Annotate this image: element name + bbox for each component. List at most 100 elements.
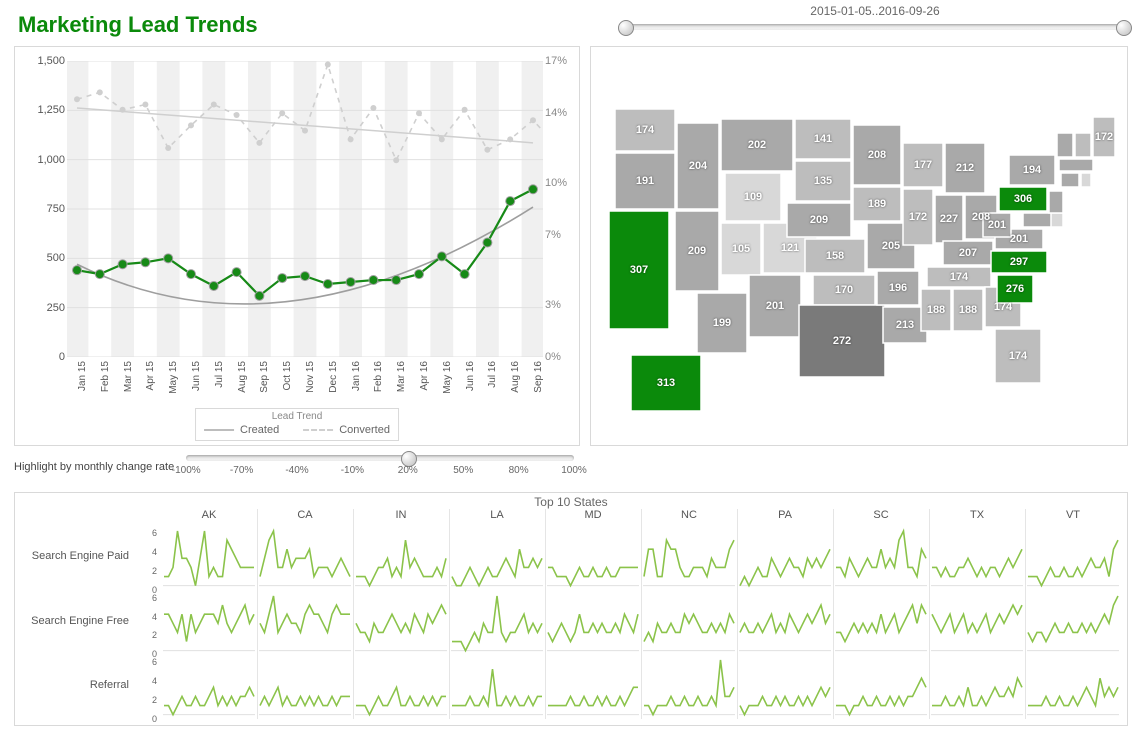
sparkline-cell[interactable] <box>257 654 353 719</box>
sparkline-cell[interactable] <box>929 590 1025 655</box>
sparkline-cell[interactable] <box>929 654 1025 719</box>
sparkline-cell[interactable] <box>257 525 353 590</box>
map-state-RI[interactable] <box>1081 173 1091 187</box>
sparkline-cell[interactable] <box>449 654 545 719</box>
map-state-CA[interactable] <box>609 211 669 329</box>
sparkline-cell[interactable] <box>737 525 833 590</box>
highlight-slider[interactable]: Highlight by monthly change rate -100%-7… <box>14 452 574 482</box>
sparkline-cell[interactable] <box>1025 654 1121 719</box>
y-right-tick: 14% <box>545 107 573 119</box>
map-state-ME[interactable] <box>1093 117 1115 157</box>
map-state-AR[interactable] <box>877 271 919 305</box>
highlight-tick: -10% <box>341 465 364 476</box>
sparkline-cell[interactable] <box>1025 525 1121 590</box>
x-tick: Jul 15 <box>214 361 225 388</box>
legend-swatch-solid <box>204 429 234 431</box>
map-state-IN[interactable] <box>935 195 963 243</box>
map-state-ND[interactable] <box>795 119 851 159</box>
sparkline-cell[interactable] <box>545 654 641 719</box>
map-state-KY[interactable] <box>943 241 993 265</box>
map-state-AL[interactable] <box>953 289 983 331</box>
map-state-WI[interactable] <box>903 143 943 187</box>
sparkline-cell[interactable] <box>353 654 449 719</box>
map-state-NC[interactable] <box>991 251 1047 273</box>
map-state-SC[interactable] <box>997 275 1033 303</box>
sparkline-cell[interactable] <box>353 525 449 590</box>
sparkline-cell[interactable] <box>449 525 545 590</box>
map-state-NV[interactable] <box>675 211 719 291</box>
map-state-WY[interactable] <box>725 173 781 221</box>
slider-handle-left[interactable] <box>618 20 634 36</box>
x-tick: Sep 16 <box>533 361 544 393</box>
sparkline-cell[interactable] <box>545 525 641 590</box>
x-tick: Aug 16 <box>510 361 521 393</box>
y-left-tick: 250 <box>21 302 65 314</box>
map-state-TX[interactable] <box>799 305 885 377</box>
map-state-DE[interactable] <box>1051 213 1063 227</box>
map-state-VT[interactable] <box>1057 133 1073 157</box>
sparkline-cell[interactable] <box>929 525 1025 590</box>
sparkline-col-header: MD <box>545 509 641 521</box>
sparkline-y-tick: 2 <box>152 695 157 705</box>
map-state-MN[interactable] <box>853 125 901 185</box>
map-state-NY[interactable] <box>1009 155 1055 185</box>
y-axis-left: 02505007501,0001,2501,500 <box>21 61 65 357</box>
map-state-SD[interactable] <box>795 161 851 201</box>
sparkline-cell[interactable]: 0246 <box>161 654 257 719</box>
us-map-choropleth[interactable]: 1741913072092041051992021091212011411352… <box>590 46 1128 446</box>
sparkline-col-header: NC <box>641 509 737 521</box>
sparkline-cell[interactable] <box>833 654 929 719</box>
sparkline-cell[interactable] <box>833 590 929 655</box>
x-tick: May 15 <box>168 361 179 394</box>
map-state-NM[interactable] <box>749 275 801 337</box>
map-state-MI[interactable] <box>945 143 985 193</box>
highlight-slider-label: Highlight by monthly change rate <box>14 461 174 473</box>
map-state-MT[interactable] <box>721 119 793 171</box>
sparkline-cell[interactable] <box>641 590 737 655</box>
map-state-KS[interactable] <box>805 239 865 273</box>
map-state-IL[interactable] <box>903 189 933 245</box>
sparkline-cell[interactable] <box>737 654 833 719</box>
map-state-OR[interactable] <box>615 153 675 209</box>
map-state-UT[interactable] <box>721 223 761 275</box>
slider-handle-right[interactable] <box>1116 20 1132 36</box>
y-left-tick: 0 <box>21 351 65 363</box>
slider-ticks: -100%-70%-40%-10%20%50%80%100% <box>186 465 574 479</box>
map-state-OK[interactable] <box>813 275 875 305</box>
map-state-WV[interactable] <box>983 213 1011 237</box>
sparkline-cell[interactable] <box>737 590 833 655</box>
sparkline-cell[interactable] <box>257 590 353 655</box>
sparkline-cell[interactable] <box>545 590 641 655</box>
map-state-FL[interactable] <box>995 329 1041 383</box>
map-state-PA[interactable] <box>999 187 1047 211</box>
map-state-ID[interactable] <box>677 123 719 209</box>
sparkline-cell[interactable] <box>353 590 449 655</box>
map-state-CT[interactable] <box>1061 173 1079 187</box>
map-state-TN[interactable] <box>927 267 991 287</box>
sparkline-cell[interactable] <box>833 525 929 590</box>
sparkline-cell[interactable] <box>641 525 737 590</box>
map-state-NJ[interactable] <box>1049 191 1063 213</box>
y-right-tick: 0% <box>545 351 573 363</box>
map-state-AZ[interactable] <box>697 293 747 353</box>
legend-item-created: Created <box>204 424 279 436</box>
y-right-tick: 7% <box>545 229 573 241</box>
sparkline-cell[interactable]: 0246 <box>161 590 257 655</box>
map-state-MD[interactable] <box>1023 213 1053 227</box>
sparkline-cell[interactable]: 0246 <box>161 525 257 590</box>
map-state-WA[interactable] <box>615 109 675 151</box>
slider-track <box>186 455 574 461</box>
map-state-IA[interactable] <box>853 187 901 221</box>
map-state-MS[interactable] <box>921 289 951 331</box>
map-state-NH[interactable] <box>1075 133 1091 157</box>
x-tick: Aug 15 <box>237 361 248 393</box>
map-state-NE[interactable] <box>787 203 851 237</box>
sparkline-cell[interactable] <box>641 654 737 719</box>
y-right-tick: 17% <box>545 55 573 67</box>
sparkline-cell[interactable] <box>449 590 545 655</box>
map-state-MA[interactable] <box>1059 159 1093 171</box>
date-range-slider[interactable]: 2015-01-05..2016-09-26 <box>625 4 1125 38</box>
sparkline-cell[interactable] <box>1025 590 1121 655</box>
lead-trend-chart[interactable]: 02505007501,0001,2501,500 0%3%7%10%14%17… <box>14 46 580 446</box>
map-state-AK[interactable] <box>631 355 701 411</box>
